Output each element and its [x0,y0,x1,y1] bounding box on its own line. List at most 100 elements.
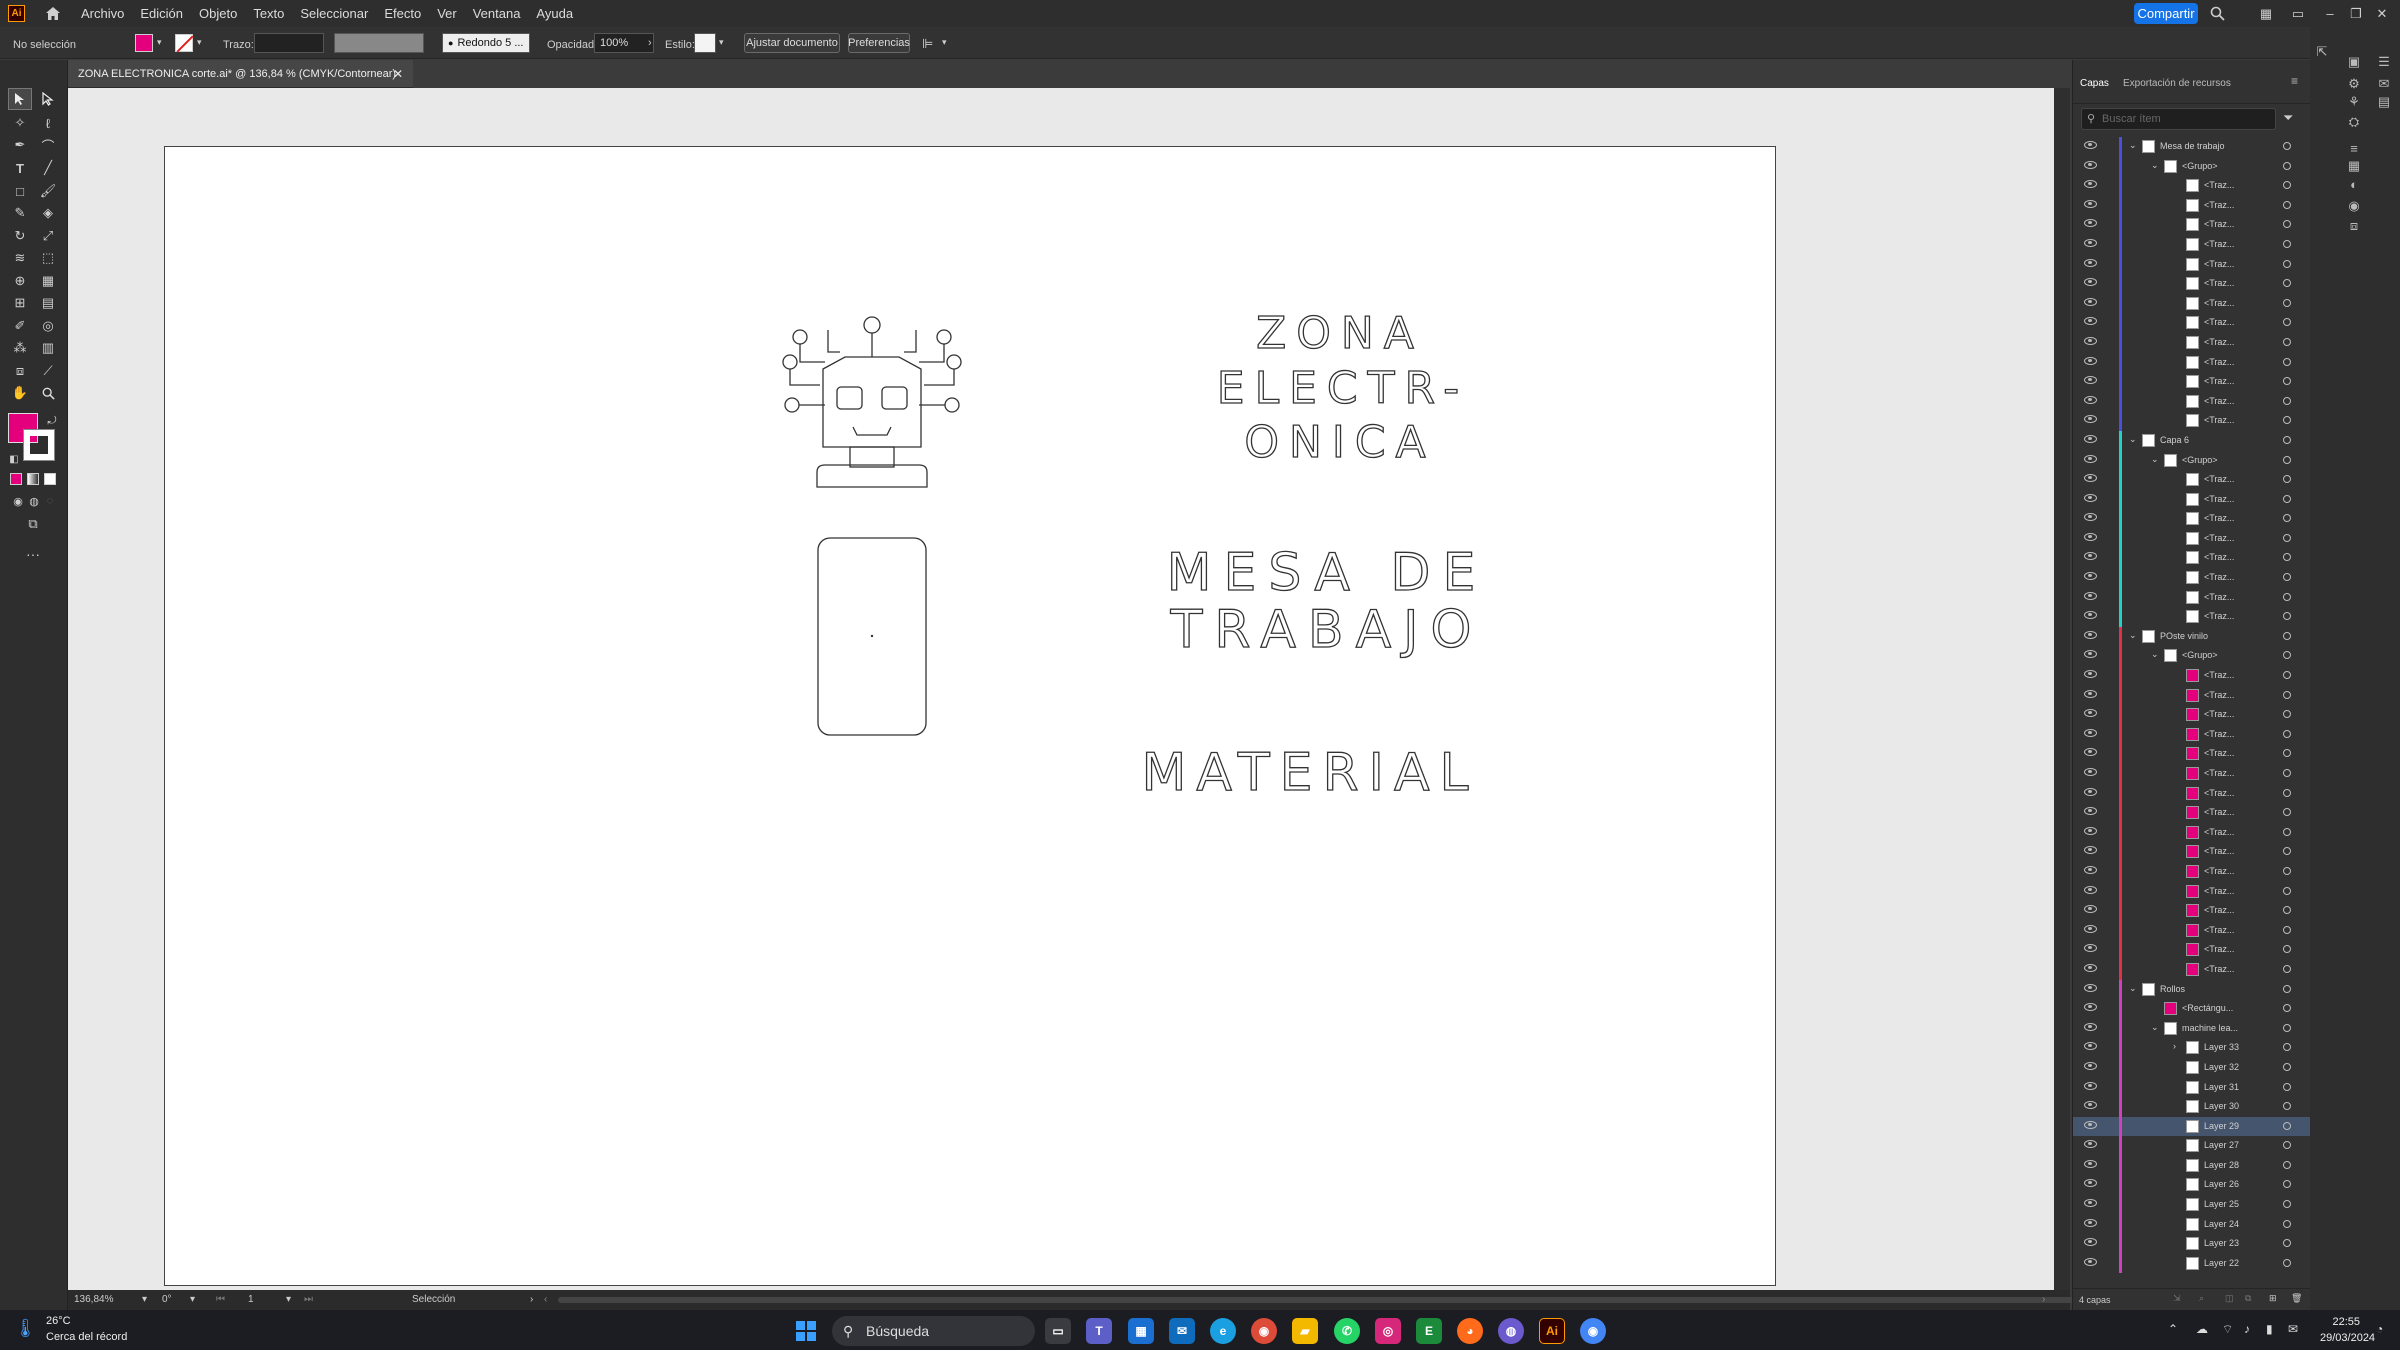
target-circle-icon[interactable] [2283,1043,2291,1052]
start-menu-icon[interactable] [793,1318,819,1344]
visibility-eye-icon[interactable] [2084,297,2097,306]
visibility-eye-icon[interactable] [2084,219,2097,228]
visibility-eye-icon[interactable] [2084,572,2097,581]
paintbrush-tool-icon[interactable]: 🖌 [36,180,60,202]
taskbar-clock[interactable]: 22:55 29/03/2024 [2320,1314,2375,1346]
target-circle-icon[interactable] [2283,533,2291,542]
color-panel-icon[interactable]: ◉ [2344,197,2364,215]
chrome-icon[interactable]: ◉ [1251,1318,1277,1344]
rotation-value[interactable]: 0° [162,1294,172,1305]
canvas-vertical-scrollbar[interactable] [2054,88,2070,1290]
task-view-icon[interactable]: ▭ [1045,1318,1071,1344]
target-circle-icon[interactable] [2283,1062,2291,1071]
target-circle-icon[interactable] [2283,592,2291,601]
appearance-icon[interactable]: ▣ [2344,53,2364,71]
visibility-eye-icon[interactable] [2084,787,2097,796]
wifi-icon[interactable]: ⌔ [2222,1322,2233,1337]
shape-builder-tool-icon[interactable]: ⊕ [8,270,32,292]
lasso-tool-icon[interactable]: ℓ [36,112,60,134]
share-button[interactable]: Compartir [2134,3,2198,24]
fit-document-button[interactable]: Ajustar documento [744,33,840,53]
target-circle-icon[interactable] [2283,827,2291,836]
expand-arrow-icon[interactable]: ⌄ [2129,983,2137,994]
target-circle-icon[interactable] [2283,337,2291,346]
visibility-eye-icon[interactable] [2084,807,2097,816]
default-colors-icon[interactable]: ◧ [2,448,26,470]
layer-row[interactable]: Layer 22 [2073,1253,2311,1274]
fill-dropdown-icon[interactable]: ▾ [157,37,162,48]
visibility-eye-icon[interactable] [2084,1101,2097,1110]
artboard-number[interactable]: 1 [248,1294,254,1305]
locate-object-icon[interactable]: ⌕ [2199,1293,2204,1304]
visibility-eye-icon[interactable] [2084,238,2097,247]
target-circle-icon[interactable] [2283,455,2291,464]
layer-row[interactable]: Layer 30 [2073,1097,2311,1117]
dock-collapse-icon[interactable]: ⇱ [2312,43,2332,61]
whatsapp-icon[interactable]: ✆ [1334,1318,1360,1344]
layer-row[interactable]: <Traz... [2073,215,2311,235]
target-circle-icon[interactable] [2283,573,2291,582]
layer-row[interactable]: ⌄ <Grupo> [2073,450,2311,471]
eraser-tool-icon[interactable]: ◈ [36,202,60,224]
visibility-eye-icon[interactable] [2084,356,2097,365]
visibility-eye-icon[interactable] [2084,1081,2097,1090]
visibility-eye-icon[interactable] [2084,1159,2097,1168]
selection-tool-icon[interactable] [8,88,32,110]
close-window-icon[interactable]: ✕ [2372,4,2392,23]
graphic-style-swatch[interactable] [694,33,716,53]
stroke-panel-icon[interactable]: ≡ [2344,139,2364,157]
opacity-input[interactable]: 100% [594,33,654,53]
visibility-eye-icon[interactable] [2084,944,2097,953]
target-circle-icon[interactable] [2283,671,2291,680]
layer-row[interactable]: <Traz... [2073,587,2311,608]
target-circle-icon[interactable] [2283,416,2291,425]
scale-tool-icon[interactable]: ⤢ [36,225,60,247]
gradient-panel-icon[interactable]: ◐ [2344,175,2364,193]
panel-menu-icon[interactable]: ≡ [2291,74,2298,88]
rotation-dropdown-icon[interactable]: ▾ [190,1294,195,1305]
dock-arrange-icon[interactable] [2328,27,2348,45]
target-circle-icon[interactable] [2283,1219,2291,1228]
document-tab[interactable]: ZONA ELECTRONICA corte.ai* @ 136,84 % (C… [68,60,413,88]
layer-row[interactable]: <Traz... [2073,803,2311,823]
target-circle-icon[interactable] [2283,1121,2291,1130]
target-circle-icon[interactable] [2283,181,2291,190]
layer-row[interactable]: ⌄ Capa 6 [2073,430,2311,451]
target-circle-icon[interactable] [2283,690,2291,699]
illustrator-taskbar-icon[interactable]: Ai [1539,1318,1565,1344]
visibility-eye-icon[interactable] [2084,317,2097,326]
align-icon[interactable]: ⊫ [922,36,933,52]
first-artboard-icon[interactable]: ⏮ [216,1294,225,1305]
target-circle-icon[interactable] [2283,1102,2291,1111]
new-layer-icon[interactable]: ⊞ [2269,1293,2277,1304]
visibility-eye-icon[interactable] [2084,1042,2097,1051]
cc-libraries-icon[interactable]: ▤ [2374,93,2394,111]
color-mode-icon[interactable] [10,473,22,485]
visibility-eye-icon[interactable] [2084,1238,2097,1247]
visibility-eye-icon[interactable] [2084,611,2097,620]
target-circle-icon[interactable] [2283,1023,2291,1032]
next-artboard-icon[interactable]: ⏭ [304,1294,313,1305]
stroke-swatch[interactable] [175,34,193,52]
zoom-dropdown-icon[interactable]: ▾ [142,1294,147,1305]
restore-icon[interactable]: ❐ [2346,4,2366,23]
zoom-level[interactable]: 136,84% [74,1294,113,1305]
layer-row[interactable]: <Traz... [2073,764,2311,784]
status-menu-icon[interactable]: › [530,1294,533,1305]
visibility-eye-icon[interactable] [2084,983,2097,992]
type-tool-icon[interactable]: T [8,157,32,179]
workspace-icon[interactable]: ▦ [2256,4,2276,23]
target-circle-icon[interactable] [2283,729,2291,738]
layer-row[interactable]: <Traz... [2073,568,2311,588]
layer-row[interactable]: <Traz... [2073,313,2311,333]
target-circle-icon[interactable] [2283,1082,2291,1091]
expand-arrow-icon[interactable]: ⌄ [2129,630,2137,641]
layer-row[interactable]: <Traz... [2073,470,2311,490]
visibility-eye-icon[interactable] [2084,1199,2097,1208]
menu-ayuda[interactable]: Ayuda [528,6,581,21]
firefox-icon[interactable]: ◕ [1457,1318,1483,1344]
visibility-eye-icon[interactable] [2084,199,2097,208]
artboards-panel-icon[interactable]: ⧈ [2344,217,2364,235]
layer-row[interactable]: <Traz... [2073,822,2311,843]
hscroll-left-icon[interactable]: ‹ [544,1294,547,1305]
